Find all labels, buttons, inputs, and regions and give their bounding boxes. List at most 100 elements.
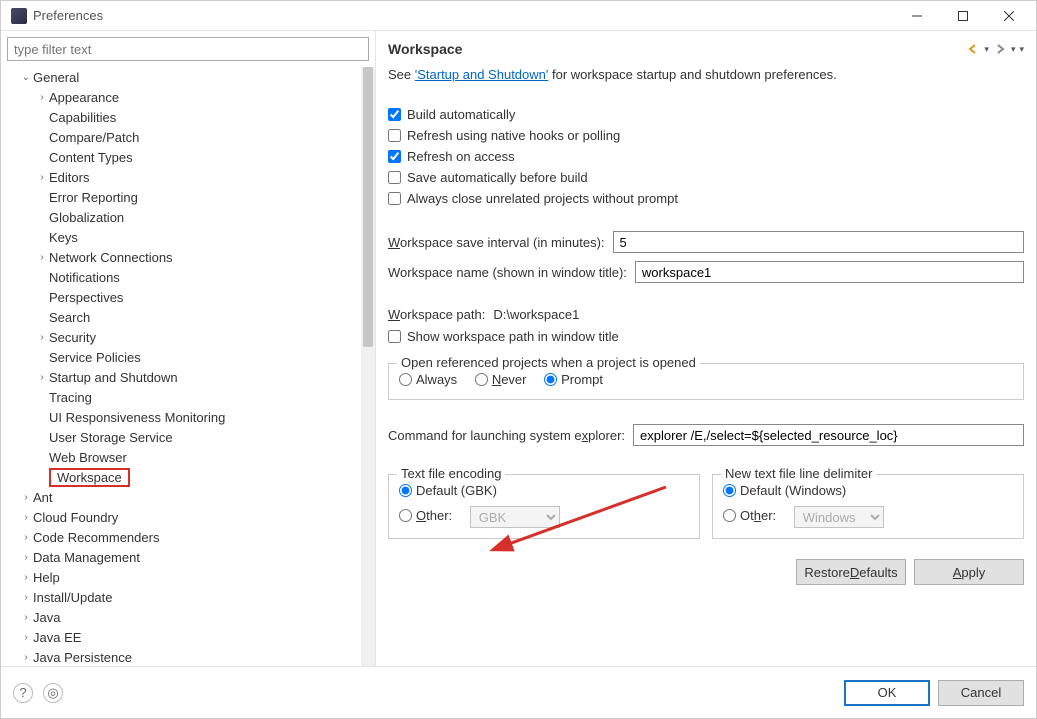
startup-shutdown-link[interactable]: 'Startup and Shutdown' <box>415 67 549 82</box>
tree-item-user-storage-service[interactable]: User Storage Service <box>1 427 361 447</box>
tree-item-label: Cloud Foundry <box>33 510 118 525</box>
expand-icon[interactable]: › <box>35 92 49 103</box>
close-unrelated-check[interactable]: Always close unrelated projects without … <box>388 191 1024 206</box>
tree-item-capabilities[interactable]: Capabilities <box>1 107 361 127</box>
tree-item-tracing[interactable]: Tracing <box>1 387 361 407</box>
explorer-command-input[interactable] <box>633 424 1024 446</box>
preference-tree[interactable]: ⌄General›AppearanceCapabilitiesCompare/P… <box>1 67 361 666</box>
close-button[interactable] <box>986 1 1032 31</box>
tree-item-label: Globalization <box>49 210 124 225</box>
expand-icon[interactable]: › <box>19 492 33 503</box>
page-title: Workspace <box>388 41 966 57</box>
tree-item-error-reporting[interactable]: Error Reporting <box>1 187 361 207</box>
encoding-default-radio[interactable]: Default (GBK) <box>399 483 497 498</box>
tree-item-label: Network Connections <box>49 250 173 265</box>
tree-item-install-update[interactable]: ›Install/Update <box>1 587 361 607</box>
refresh-on-access-check[interactable]: Refresh on access <box>388 149 1024 164</box>
tree-item-web-browser[interactable]: Web Browser <box>1 447 361 467</box>
tree-item-workspace[interactable]: Workspace <box>1 467 361 487</box>
tree-item-search[interactable]: Search <box>1 307 361 327</box>
tree-item-help[interactable]: ›Help <box>1 567 361 587</box>
tree-item-globalization[interactable]: Globalization <box>1 207 361 227</box>
delimiter-group: New text file line delimiter Default (Wi… <box>712 474 1024 539</box>
tree-item-java[interactable]: ›Java <box>1 607 361 627</box>
tree-item-ant[interactable]: ›Ant <box>1 487 361 507</box>
expand-icon[interactable]: › <box>19 592 33 603</box>
tree-scrollbar[interactable] <box>361 67 375 666</box>
help-icon[interactable]: ? <box>13 683 33 703</box>
expand-icon[interactable]: › <box>35 372 49 383</box>
back-icon[interactable] <box>966 42 980 56</box>
expand-icon[interactable]: › <box>19 572 33 583</box>
restore-defaults-button[interactable]: Restore Defaults <box>796 559 906 585</box>
tree-item-startup-and-shutdown[interactable]: ›Startup and Shutdown <box>1 367 361 387</box>
save-before-build-check[interactable]: Save automatically before build <box>388 170 1024 185</box>
tree-item-keys[interactable]: Keys <box>1 227 361 247</box>
tree-item-label: Service Policies <box>49 350 141 365</box>
tree-item-java-persistence[interactable]: ›Java Persistence <box>1 647 361 666</box>
tree-item-label: Notifications <box>49 270 120 285</box>
nav-pane: ⌄General›AppearanceCapabilitiesCompare/P… <box>1 31 376 666</box>
encoding-legend: Text file encoding <box>397 466 505 481</box>
workspace-path-label: Workspace path: <box>388 307 485 322</box>
expand-icon[interactable]: › <box>35 172 49 183</box>
encoding-select[interactable]: GBK <box>470 506 560 528</box>
tree-item-code-recommenders[interactable]: ›Code Recommenders <box>1 527 361 547</box>
delimiter-default-radio[interactable]: Default (Windows) <box>723 483 846 498</box>
expand-icon[interactable]: › <box>19 532 33 543</box>
workspace-name-input[interactable] <box>635 261 1024 283</box>
tree-item-ui-responsiveness-monitoring[interactable]: UI Responsiveness Monitoring <box>1 407 361 427</box>
minimize-button[interactable] <box>894 1 940 31</box>
tree-item-label: Help <box>33 570 60 585</box>
expand-icon[interactable]: › <box>19 632 33 643</box>
tree-item-java-ee[interactable]: ›Java EE <box>1 627 361 647</box>
apply-button[interactable]: Apply <box>914 559 1024 585</box>
expand-icon[interactable]: › <box>35 252 49 263</box>
ok-button[interactable]: OK <box>844 680 930 706</box>
tree-item-notifications[interactable]: Notifications <box>1 267 361 287</box>
back-menu-caret[interactable]: ▾ <box>984 44 989 55</box>
show-workspace-path-check[interactable]: Show workspace path in window title <box>388 329 1024 344</box>
encoding-group: Text file encoding Default (GBK) Other: … <box>388 474 700 539</box>
page-description: See 'Startup and Shutdown' for workspace… <box>388 67 1024 82</box>
expand-icon[interactable]: › <box>35 332 49 343</box>
tree-item-perspectives[interactable]: Perspectives <box>1 287 361 307</box>
tree-item-label: Workspace <box>49 468 130 487</box>
tree-item-editors[interactable]: ›Editors <box>1 167 361 187</box>
tree-item-cloud-foundry[interactable]: ›Cloud Foundry <box>1 507 361 527</box>
open-referenced-legend: Open referenced projects when a project … <box>397 355 700 370</box>
expand-icon[interactable]: › <box>19 652 33 663</box>
tree-item-security[interactable]: ›Security <box>1 327 361 347</box>
tree-item-network-connections[interactable]: ›Network Connections <box>1 247 361 267</box>
encoding-other-radio[interactable]: Other: <box>399 508 452 523</box>
tree-item-label: Error Reporting <box>49 190 138 205</box>
tree-item-label: Data Management <box>33 550 140 565</box>
expand-icon[interactable]: ⌄ <box>19 72 33 83</box>
build-automatically-check[interactable]: Build automatically <box>388 107 1024 122</box>
oomph-icon[interactable]: ◎ <box>43 683 63 703</box>
tree-item-label: Java Persistence <box>33 650 132 665</box>
tree-item-general[interactable]: ⌄General <box>1 67 361 87</box>
openref-never-radio[interactable]: Never <box>475 372 527 387</box>
filter-input[interactable] <box>7 37 369 61</box>
forward-menu-caret[interactable]: ▾ <box>1011 44 1016 55</box>
tree-item-service-policies[interactable]: Service Policies <box>1 347 361 367</box>
openref-always-radio[interactable]: Always <box>399 372 457 387</box>
tree-item-compare-patch[interactable]: Compare/Patch <box>1 127 361 147</box>
view-menu-caret[interactable]: ▾ <box>1019 44 1024 55</box>
delimiter-select[interactable]: Windows <box>794 506 884 528</box>
expand-icon[interactable]: › <box>19 512 33 523</box>
tree-item-appearance[interactable]: ›Appearance <box>1 87 361 107</box>
tree-item-label: User Storage Service <box>49 430 173 445</box>
cancel-button[interactable]: Cancel <box>938 680 1024 706</box>
maximize-button[interactable] <box>940 1 986 31</box>
refresh-native-check[interactable]: Refresh using native hooks or polling <box>388 128 1024 143</box>
save-interval-input[interactable] <box>613 231 1024 253</box>
tree-item-content-types[interactable]: Content Types <box>1 147 361 167</box>
delimiter-other-radio[interactable]: Other: <box>723 508 776 523</box>
forward-icon[interactable] <box>993 42 1007 56</box>
expand-icon[interactable]: › <box>19 612 33 623</box>
tree-item-data-management[interactable]: ›Data Management <box>1 547 361 567</box>
expand-icon[interactable]: › <box>19 552 33 563</box>
openref-prompt-radio[interactable]: Prompt <box>544 372 603 387</box>
